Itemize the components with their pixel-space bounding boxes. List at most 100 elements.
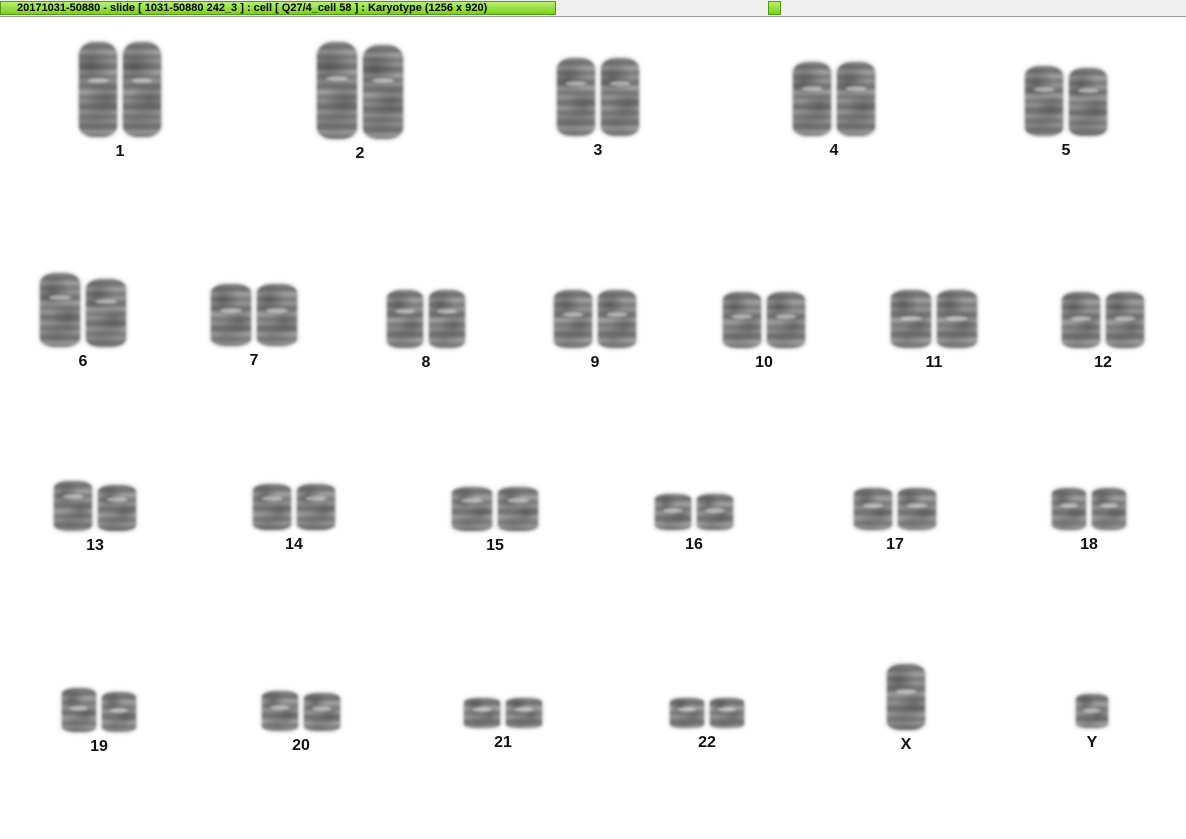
chromosome-13-b[interactable]: [98, 485, 136, 531]
chromosome-pair-16[interactable]: 16: [655, 494, 733, 554]
chromosome-label: 1: [115, 143, 125, 160]
chromosome-group: [62, 688, 136, 732]
chromosome-19-a[interactable]: [62, 688, 96, 732]
chromosome-10-a[interactable]: [723, 292, 761, 348]
chromosome-group: [854, 488, 936, 530]
chromosome-10-b[interactable]: [767, 292, 805, 348]
chromosome-pair-17[interactable]: 17: [854, 488, 936, 554]
chromosome-22-a[interactable]: [670, 698, 704, 728]
chromosome-label: 10: [755, 354, 773, 371]
chromosome-group: [670, 698, 744, 728]
chromosome-group: [464, 698, 542, 728]
chromosome-pair-9[interactable]: 9: [554, 290, 636, 372]
chromosome-pair-21[interactable]: 21: [464, 698, 542, 752]
chromosome-label: 12: [1094, 354, 1112, 371]
chromosome-11-b[interactable]: [937, 290, 977, 348]
chromosome-pair-1[interactable]: 1: [79, 42, 161, 161]
chromosome-group: [887, 664, 925, 730]
chromosome-pair-15[interactable]: 15: [452, 487, 538, 555]
chromosome-20-b[interactable]: [304, 693, 340, 731]
chromosome-group: [40, 273, 126, 347]
chromosome-group: [557, 58, 639, 136]
chromosome-8-a[interactable]: [387, 290, 423, 348]
title-bar-handle[interactable]: [768, 1, 781, 15]
chromosome-group: [1052, 488, 1126, 530]
chromosome-group: [723, 292, 805, 348]
chromosome-pair-3[interactable]: 3: [557, 58, 639, 160]
chromosome-pair-19[interactable]: 19: [62, 688, 136, 756]
chromosome-16-a[interactable]: [655, 494, 691, 530]
chromosome-label: 19: [90, 738, 108, 755]
chromosome-5-a[interactable]: [1025, 66, 1063, 136]
chromosome-label: 13: [86, 537, 104, 554]
chromosome-5-b[interactable]: [1069, 68, 1107, 136]
chromosome-1-a[interactable]: [79, 42, 117, 137]
chromosome-group: [1062, 292, 1144, 348]
chromosome-pair-14[interactable]: 14: [253, 484, 335, 554]
chromosome-3-b[interactable]: [601, 58, 639, 136]
chromosome-pair-22[interactable]: 22: [670, 698, 744, 752]
chromosome-7-b[interactable]: [257, 284, 297, 346]
chromosome-label: 16: [685, 536, 703, 553]
chromosome-label: 22: [698, 734, 716, 751]
chromosome-label: 20: [292, 737, 310, 754]
chromosome-pair-y[interactable]: Y: [1076, 694, 1108, 752]
chromosome-group: [79, 42, 161, 137]
chromosome-label: 2: [355, 145, 365, 162]
chromosome-pair-4[interactable]: 4: [793, 62, 875, 160]
chromosome-2-a[interactable]: [317, 42, 357, 139]
chromosome-7-a[interactable]: [211, 284, 251, 346]
chromosome-3-a[interactable]: [557, 58, 595, 136]
chromosome-group: [793, 62, 875, 136]
chromosome-19-b[interactable]: [102, 692, 136, 732]
chromosome-18-a[interactable]: [1052, 488, 1086, 530]
chromosome-21-a[interactable]: [464, 698, 500, 728]
chromosome-pair-x[interactable]: X: [887, 664, 925, 754]
chromosome-14-a[interactable]: [253, 484, 291, 530]
chromosome-18-b[interactable]: [1092, 488, 1126, 530]
chromosome-pair-8[interactable]: 8: [387, 290, 465, 372]
chromosome-pair-10[interactable]: 10: [723, 292, 805, 372]
chromosome-1-b[interactable]: [123, 42, 161, 137]
chromosome-2-b[interactable]: [363, 45, 403, 139]
chromosome-group: [452, 487, 538, 531]
chromosome-pair-20[interactable]: 20: [262, 691, 340, 755]
chromosome-9-b[interactable]: [598, 290, 636, 348]
chromosome-21-b[interactable]: [506, 698, 542, 728]
chromosome-pair-11[interactable]: 11: [891, 290, 977, 372]
chromosome-label: 6: [78, 353, 88, 370]
chromosome-20-a[interactable]: [262, 691, 298, 731]
chromosome-9-a[interactable]: [554, 290, 592, 348]
chromosome-6-b[interactable]: [86, 279, 126, 347]
chromosome-pair-5[interactable]: 5: [1025, 66, 1107, 160]
chromosome-13-a[interactable]: [54, 481, 92, 531]
chromosome-label: X: [900, 736, 912, 753]
chromosome-group: [891, 290, 977, 348]
chromosome-group: [387, 290, 465, 348]
chromosome-15-a[interactable]: [452, 487, 492, 531]
window-title: 20171031-50880 - slide [ 1031-50880 242_…: [0, 1, 556, 15]
chromosome-x-a[interactable]: [887, 664, 925, 730]
chromosome-12-a[interactable]: [1062, 292, 1100, 348]
chromosome-17-b[interactable]: [898, 488, 936, 530]
chromosome-pair-6[interactable]: 6: [40, 273, 126, 371]
chromosome-pair-7[interactable]: 7: [211, 284, 297, 370]
chromosome-group: [655, 494, 733, 530]
chromosome-4-b[interactable]: [837, 62, 875, 136]
chromosome-22-b[interactable]: [710, 698, 744, 728]
chromosome-16-b[interactable]: [697, 494, 733, 530]
chromosome-6-a[interactable]: [40, 273, 80, 347]
chromosome-pair-18[interactable]: 18: [1052, 488, 1126, 554]
chromosome-y-a[interactable]: [1076, 694, 1108, 728]
chromosome-14-b[interactable]: [297, 484, 335, 530]
chromosome-15-b[interactable]: [498, 487, 538, 531]
chromosome-4-a[interactable]: [793, 62, 831, 136]
chromosome-12-b[interactable]: [1106, 292, 1144, 348]
chromosome-8-b[interactable]: [429, 290, 465, 348]
chromosome-pair-2[interactable]: 2: [317, 42, 403, 163]
chromosome-group: [1025, 66, 1107, 136]
chromosome-pair-13[interactable]: 13: [54, 481, 136, 555]
chromosome-11-a[interactable]: [891, 290, 931, 348]
chromosome-pair-12[interactable]: 12: [1062, 292, 1144, 372]
chromosome-17-a[interactable]: [854, 488, 892, 530]
